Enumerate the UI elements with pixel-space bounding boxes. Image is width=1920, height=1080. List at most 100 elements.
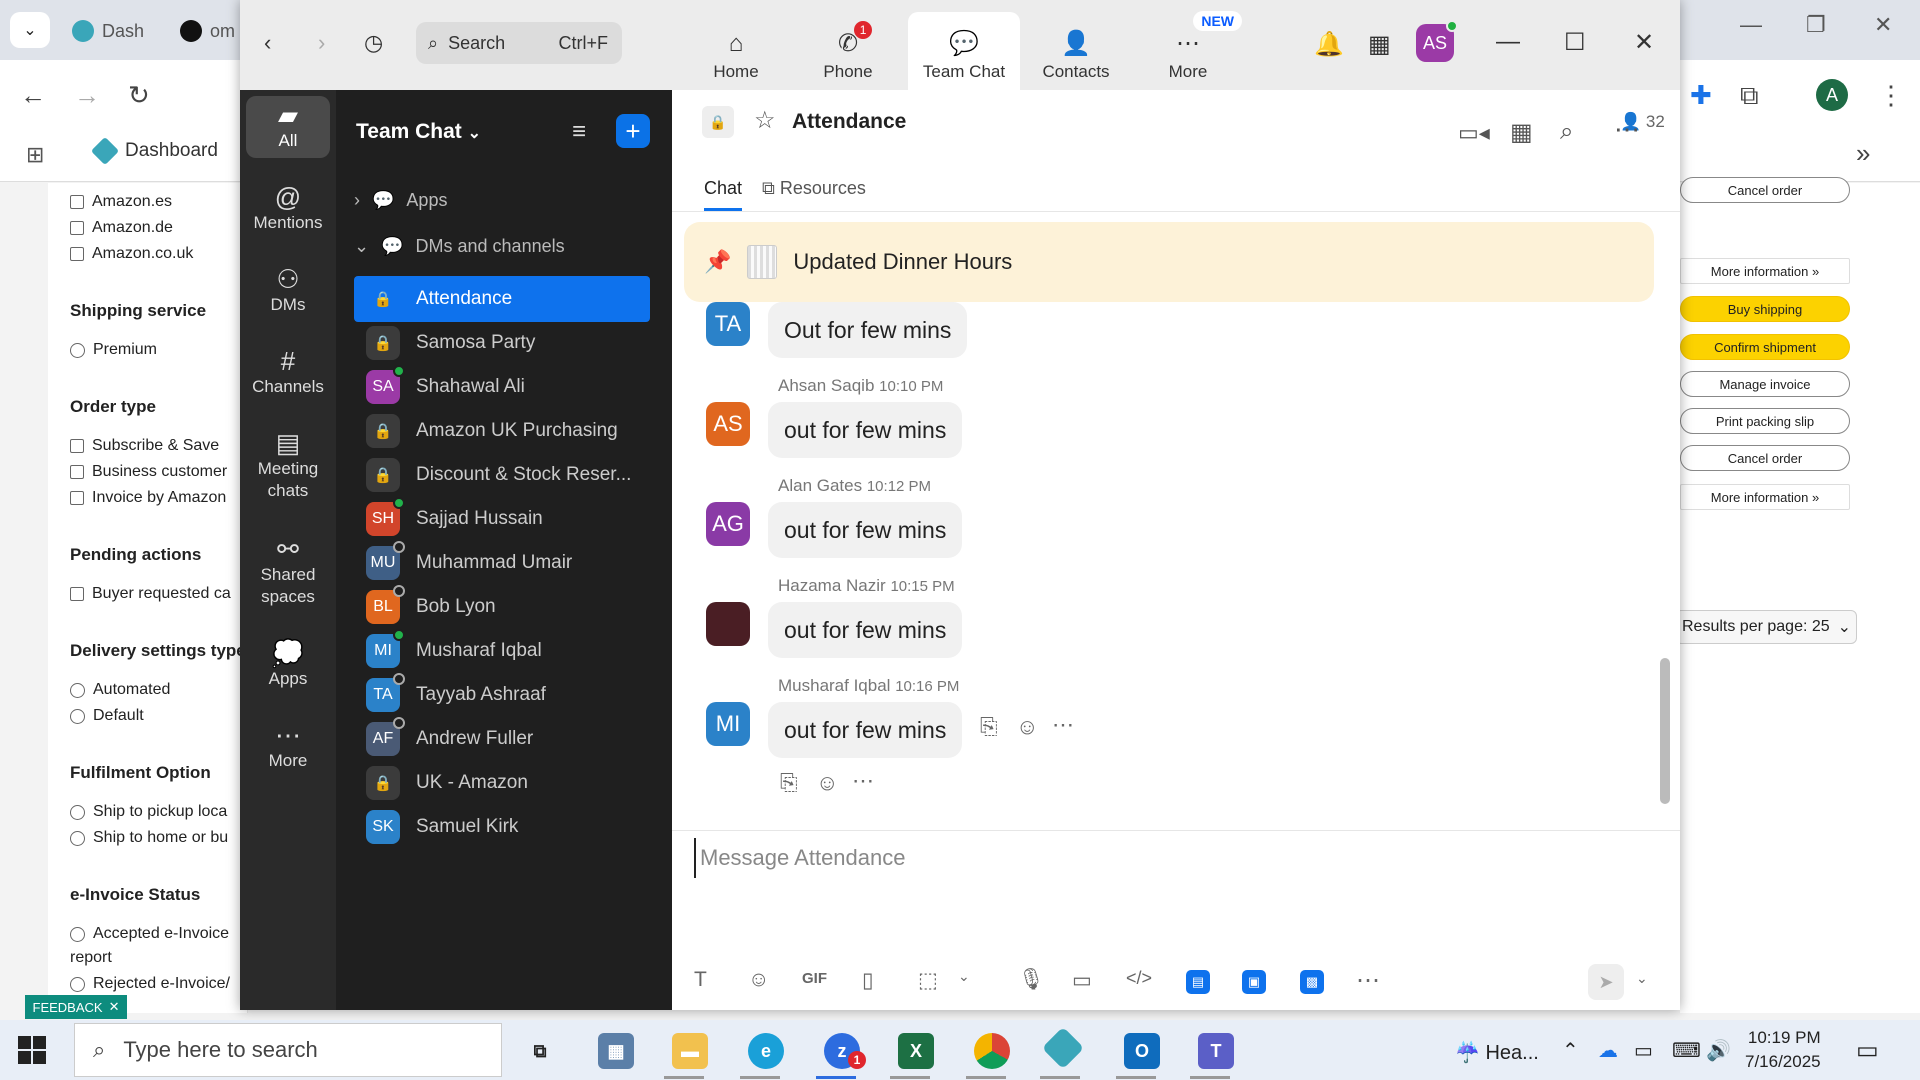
radio-home[interactable]: Ship to home or bu (70, 829, 228, 847)
print-packing-slip-button[interactable]: Print packing slip (1680, 408, 1850, 434)
message-bubble[interactable]: out for few mins (768, 402, 963, 458)
message-author[interactable]: Musharaf Iqbal (778, 676, 890, 695)
message-bubble[interactable]: Out for few mins (768, 302, 968, 358)
avatar[interactable]: TA (706, 302, 750, 346)
tab-contacts[interactable]: 👤 Contacts (1020, 12, 1132, 90)
radio-einvoice-rejected[interactable]: Rejected e-Invoice/ (70, 975, 230, 993)
cancel-order-button[interactable]: Cancel order (1680, 445, 1850, 471)
chevron-down-icon[interactable]: ⌄ (958, 968, 970, 985)
extension-icon[interactable]: ✚ (1690, 80, 1712, 111)
message-author[interactable]: Hazama Nazir (778, 576, 886, 595)
browser-close-icon[interactable]: ✕ (1874, 12, 1892, 38)
pinned-message[interactable]: 📌 Updated Dinner Hours (684, 222, 1654, 302)
docs-app-icon[interactable]: ▤ (1186, 970, 1210, 994)
more-tools-icon[interactable]: ⋯ (1356, 966, 1380, 995)
maximize-icon[interactable]: ☐ (1564, 28, 1586, 57)
calculator-icon[interactable]: ▦ (598, 1033, 634, 1069)
send-options-chevron-icon[interactable]: ⌄ (1636, 970, 1648, 987)
dms-channels-group[interactable]: ⌄ 💬 DMs and channels (354, 236, 565, 257)
rail-shared-spaces[interactable]: ⚯ Shared spaces (246, 536, 330, 608)
more-options-icon[interactable]: ⋯ (1614, 114, 1640, 145)
whiteboard-app-icon[interactable]: ▣ (1242, 970, 1266, 994)
minimize-icon[interactable]: — (1496, 28, 1520, 56)
message-input[interactable] (694, 838, 1634, 878)
more-actions-icon[interactable]: ⋯ (852, 768, 874, 794)
chrome-icon[interactable] (974, 1033, 1010, 1069)
code-icon[interactable]: </> (1126, 968, 1152, 989)
teams-icon[interactable]: T (1198, 1033, 1234, 1069)
microphone-icon[interactable]: 🎙 (1018, 968, 1045, 992)
browser-profile-avatar[interactable]: A (1816, 79, 1848, 111)
tab-search-dropdown[interactable]: ⌄ (10, 12, 50, 48)
search-icon[interactable]: ⌕ (1560, 118, 1573, 146)
emoji-icon[interactable]: ☺ (748, 968, 769, 992)
apps-group[interactable]: › 💬 Apps (354, 190, 447, 211)
more-actions-icon[interactable]: ⋯ (1052, 712, 1074, 738)
channel-title[interactable]: Attendance (792, 110, 906, 134)
more-information-button[interactable]: More information » (1680, 258, 1850, 284)
checkbox-business[interactable]: Business customer (70, 463, 227, 481)
avatar[interactable]: AG (706, 502, 750, 546)
tab-resources[interactable]: ⧉ Resources (762, 178, 866, 199)
rail-more[interactable]: ⋯ More (246, 722, 330, 772)
task-view-icon[interactable]: ⧉ (522, 1033, 558, 1069)
message-bubble[interactable]: out for few mins (768, 502, 963, 558)
close-icon[interactable]: ✕ (1634, 28, 1654, 57)
bookmark-dashboard[interactable]: Dashboard (90, 136, 218, 166)
text-format-icon[interactable]: T (694, 968, 707, 992)
user-avatar[interactable]: AS (1416, 20, 1458, 62)
buy-shipping-button[interactable]: Buy shipping (1680, 296, 1850, 322)
excel-icon[interactable]: X (898, 1033, 934, 1069)
filter-icon[interactable]: ≡ (572, 118, 586, 146)
avatar[interactable]: MI (706, 702, 750, 746)
file-icon[interactable]: ▯ (862, 968, 874, 993)
radio-pickup[interactable]: Ship to pickup loca (70, 803, 227, 821)
tab-chat[interactable]: Chat (704, 178, 743, 211)
calendar-icon[interactable]: ▦ (1510, 118, 1533, 147)
rail-dms[interactable]: ⚇ DMs (246, 266, 330, 316)
back-icon[interactable]: ← (20, 80, 46, 111)
sidebar-item-samuel-kirk[interactable]: SK Samuel Kirk (354, 804, 650, 850)
outlook-icon[interactable]: O (1124, 1033, 1160, 1069)
browser-tab-second[interactable]: om (180, 14, 235, 48)
checkbox-buyer-requested[interactable]: Buyer requested ca (70, 585, 231, 603)
notes-app-icon[interactable]: ▩ (1300, 970, 1324, 994)
radio-automated[interactable]: Automated (70, 681, 170, 699)
edge-icon[interactable]: e (748, 1033, 784, 1069)
sidebar-item-andrew-fuller[interactable]: AF Andrew Fuller (354, 716, 650, 762)
rail-mentions[interactable]: @ Mentions (246, 184, 330, 234)
system-clock[interactable]: 10:19 PM 7/16/2025 (1745, 1026, 1821, 1074)
rail-apps[interactable]: 💭 Apps (246, 640, 330, 690)
tab-phone[interactable]: ✆ 1 Phone (792, 12, 904, 90)
avatar[interactable]: AS (706, 402, 750, 446)
sidebar-item-discount-stock[interactable]: 🔒 Discount & Stock Reser... (354, 452, 650, 498)
rail-all[interactable]: ▰ All (246, 96, 330, 158)
forward-icon[interactable]: › (318, 30, 325, 56)
forward-icon[interactable]: → (74, 80, 100, 111)
message-author[interactable]: Alan Gates (778, 476, 862, 495)
taskbar-search[interactable]: ⌕ Type here to search (74, 1023, 502, 1077)
more-information-button[interactable]: More information » (1680, 484, 1850, 510)
notification-center-icon[interactable]: ▭ (1856, 1036, 1879, 1065)
sidebar-item-attendance[interactable]: 🔒 Attendance (354, 276, 650, 322)
calendar-icon[interactable]: ▦ (1368, 30, 1391, 59)
checkbox-amazon-es[interactable]: Amazon.es (70, 193, 172, 211)
send-button[interactable]: ➤ (1588, 964, 1624, 1000)
close-icon[interactable]: ✕ (109, 999, 120, 1015)
sidebar-item-tayyab-ashraaf[interactable]: TA Tayyab Ashraaf (354, 672, 650, 718)
sidebar-item-muhammad-umair[interactable]: MU Muhammad Umair (354, 540, 650, 586)
tab-home[interactable]: ⌂ Home (680, 12, 792, 90)
chat-scrollbar[interactable] (1660, 658, 1670, 804)
message-bubble[interactable]: out for few mins (768, 602, 963, 658)
browser-minimize-icon[interactable]: — (1740, 12, 1762, 38)
reload-icon[interactable]: ↻ (128, 80, 150, 111)
extensions-puzzle-icon[interactable]: ⧉ (1740, 80, 1759, 112)
browser-tab-dashboard[interactable]: Dash (72, 14, 144, 48)
sidebar-item-bob-lyon[interactable]: BL Bob Lyon (354, 584, 650, 630)
cancel-order-button[interactable]: Cancel order (1680, 177, 1850, 203)
radio-einvoice-accepted[interactable]: Accepted e-Invoice (70, 925, 229, 943)
history-icon[interactable]: ◷ (364, 30, 383, 56)
video-icon[interactable]: ▭◂ (1458, 120, 1490, 146)
chevron-up-icon[interactable]: ⌃ (1562, 1038, 1579, 1063)
browser-menu-icon[interactable]: ⋮ (1878, 80, 1904, 111)
